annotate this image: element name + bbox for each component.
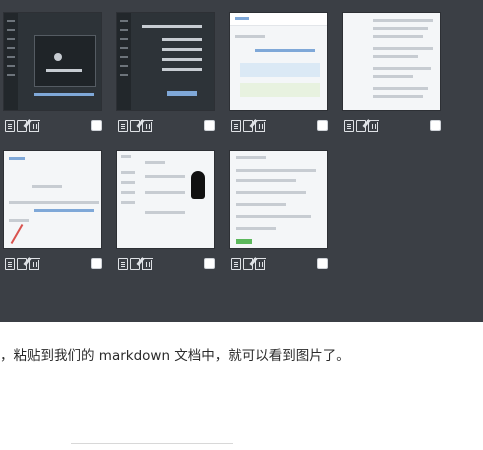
thumbnail-6[interactable]	[116, 150, 215, 249]
document-icon[interactable]	[118, 258, 128, 270]
thumbnail-2[interactable]	[116, 12, 215, 111]
trash-icon[interactable]	[28, 258, 40, 270]
thumbnail-4[interactable]	[342, 12, 441, 111]
thumbnail-3-toolbar	[231, 120, 267, 134]
thumbnail-5-toolbar	[5, 258, 41, 272]
edit-icon[interactable]	[130, 258, 140, 270]
caption-text: ，粘贴到我们的 markdown 文档中，就可以看到图片了。	[0, 348, 350, 364]
edit-icon[interactable]	[356, 120, 366, 132]
edit-icon[interactable]	[243, 258, 253, 270]
trash-icon[interactable]	[141, 120, 153, 132]
thumbnail-5-checkbox[interactable]	[91, 258, 102, 269]
thumbnail-1-checkbox[interactable]	[91, 120, 102, 131]
edit-icon[interactable]	[243, 120, 253, 132]
trash-icon[interactable]	[254, 258, 266, 270]
divider	[71, 443, 233, 444]
thumbnail-1[interactable]	[3, 12, 102, 111]
trash-icon[interactable]	[367, 120, 379, 132]
thumbnail-6-checkbox[interactable]	[204, 258, 215, 269]
document-icon[interactable]	[231, 120, 241, 132]
thumbnail-3[interactable]	[229, 12, 328, 111]
thumbnail-4-toolbar	[344, 120, 380, 134]
thumbnail-3-checkbox[interactable]	[317, 120, 328, 131]
thumbnail-6-toolbar	[118, 258, 154, 272]
thumbnail-1-toolbar	[5, 120, 41, 134]
thumbnail-7-toolbar	[231, 258, 267, 272]
image-gallery-panel	[0, 0, 483, 322]
thumbnail-2-toolbar	[118, 120, 154, 134]
trash-icon[interactable]	[141, 258, 153, 270]
thumbnail-5[interactable]	[3, 150, 102, 249]
document-icon[interactable]	[231, 258, 241, 270]
thumbnail-2-checkbox[interactable]	[204, 120, 215, 131]
trash-icon[interactable]	[28, 120, 40, 132]
edit-icon[interactable]	[17, 258, 27, 270]
thumbnail-7-checkbox[interactable]	[317, 258, 328, 269]
edit-icon[interactable]	[130, 120, 140, 132]
edit-icon[interactable]	[17, 120, 27, 132]
document-icon[interactable]	[118, 120, 128, 132]
thumbnail-4-checkbox[interactable]	[430, 120, 441, 131]
thumbnail-7[interactable]	[229, 150, 328, 249]
document-icon[interactable]	[5, 120, 15, 132]
document-icon[interactable]	[344, 120, 354, 132]
trash-icon[interactable]	[254, 120, 266, 132]
document-icon[interactable]	[5, 258, 15, 270]
